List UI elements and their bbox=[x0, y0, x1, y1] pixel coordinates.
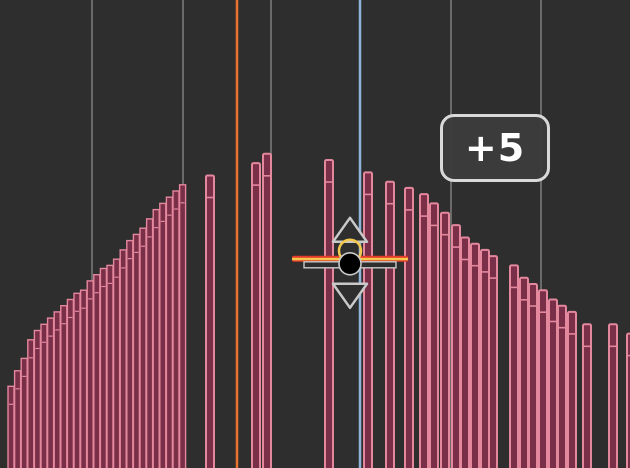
velocity-bar[interactable] bbox=[33, 329, 42, 468]
velocity-bar[interactable] bbox=[528, 283, 538, 468]
velocity-bar-group bbox=[205, 152, 630, 468]
velocity-bar[interactable] bbox=[178, 184, 187, 468]
velocity-bar[interactable] bbox=[262, 152, 272, 468]
velocity-bar[interactable] bbox=[106, 264, 114, 468]
triangle-down-icon[interactable] bbox=[331, 282, 369, 310]
velocity-bar[interactable] bbox=[451, 224, 461, 468]
velocity-bar[interactable] bbox=[519, 276, 529, 468]
velocity-bar[interactable] bbox=[548, 298, 558, 468]
velocity-bar[interactable] bbox=[27, 339, 35, 468]
velocity-bar[interactable] bbox=[66, 298, 75, 468]
velocity-bar[interactable] bbox=[172, 190, 180, 468]
velocity-bar[interactable] bbox=[460, 236, 470, 468]
velocity-bar[interactable] bbox=[429, 202, 439, 468]
velocity-bar[interactable] bbox=[404, 186, 414, 468]
velocity-bar[interactable] bbox=[205, 174, 215, 468]
velocity-bar[interactable] bbox=[139, 227, 147, 468]
velocity-bar[interactable] bbox=[440, 211, 450, 468]
velocity-bar[interactable] bbox=[145, 218, 154, 468]
velocity-bar[interactable] bbox=[86, 280, 94, 468]
velocity-bar[interactable] bbox=[419, 193, 429, 468]
velocity-bar[interactable] bbox=[152, 208, 160, 468]
velocity-bar[interactable] bbox=[53, 311, 61, 468]
velocity-bar[interactable] bbox=[385, 180, 395, 468]
velocity-bar[interactable] bbox=[363, 171, 373, 468]
velocity-bar[interactable] bbox=[132, 233, 141, 468]
velocity-bar[interactable] bbox=[251, 162, 261, 468]
velocity-bar[interactable] bbox=[7, 385, 15, 468]
velocity-bar[interactable] bbox=[60, 305, 68, 468]
velocity-bar[interactable] bbox=[40, 323, 48, 468]
velocity-bar[interactable] bbox=[20, 357, 28, 468]
velocity-bar-group-left bbox=[7, 184, 187, 468]
velocity-bar[interactable] bbox=[567, 310, 577, 468]
triangle-up-icon[interactable] bbox=[331, 216, 369, 244]
velocity-bar[interactable] bbox=[93, 274, 101, 468]
velocity-change-tooltip: +5 bbox=[440, 114, 550, 182]
velocity-bar[interactable] bbox=[112, 258, 121, 468]
velocity-bar[interactable] bbox=[13, 370, 22, 468]
circle-grip-icon[interactable] bbox=[338, 251, 362, 276]
velocity-bar[interactable] bbox=[119, 249, 127, 468]
velocity-bar[interactable] bbox=[73, 292, 81, 468]
velocity-editor[interactable]: +5 bbox=[0, 0, 630, 468]
velocity-bar[interactable] bbox=[324, 159, 334, 468]
velocity-bar[interactable] bbox=[79, 289, 88, 468]
velocity-bar[interactable] bbox=[557, 304, 567, 468]
velocity-bar[interactable] bbox=[99, 267, 108, 468]
velocity-bar[interactable] bbox=[538, 289, 548, 468]
velocity-bar[interactable] bbox=[480, 248, 490, 468]
velocity-bar[interactable] bbox=[165, 196, 174, 468]
velocity-bar[interactable] bbox=[470, 242, 480, 468]
velocity-bar[interactable] bbox=[46, 317, 55, 468]
velocity-bar[interactable] bbox=[488, 255, 498, 468]
velocity-bar[interactable] bbox=[159, 202, 167, 468]
velocity-lane[interactable] bbox=[0, 0, 630, 468]
velocity-bar[interactable] bbox=[126, 239, 134, 468]
velocity-bar[interactable] bbox=[509, 264, 519, 468]
